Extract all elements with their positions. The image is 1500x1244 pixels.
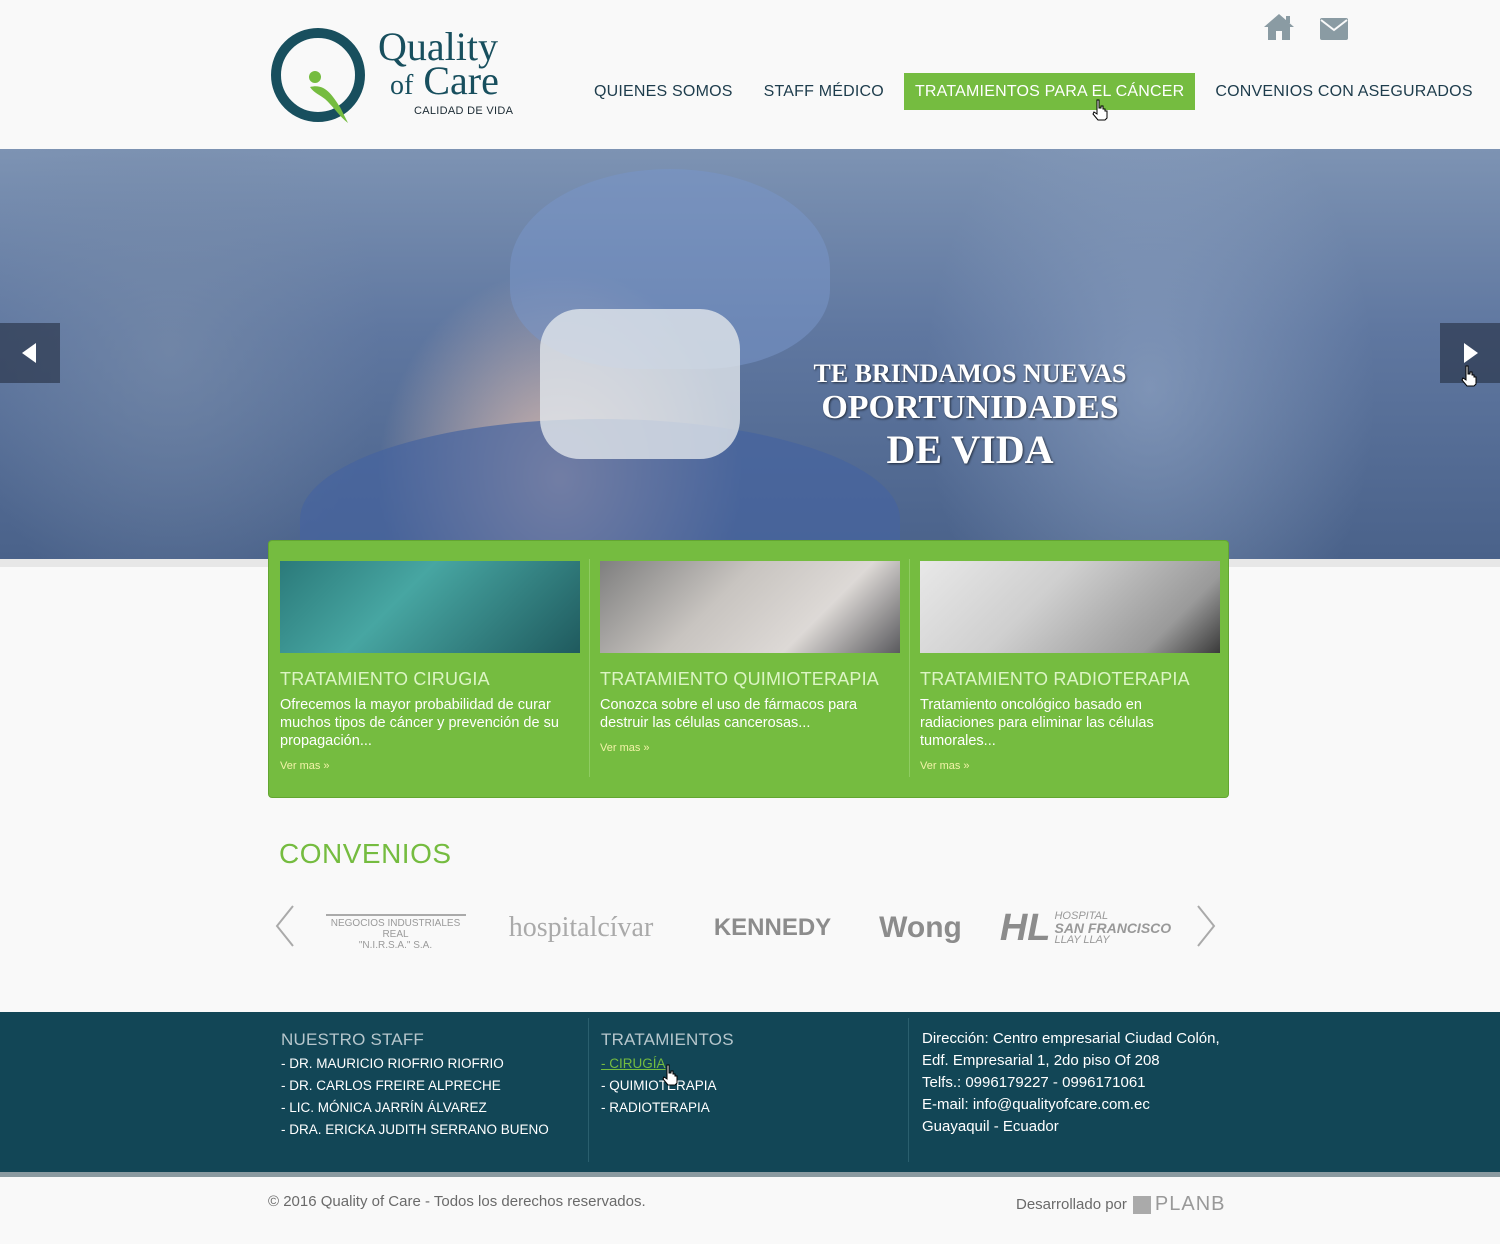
logo-of: of [390,70,414,101]
hero-line2: OPORTUNIDADES [821,389,1119,426]
chevron-right-icon[interactable] [1194,904,1218,948]
treatment-desc: Conozca sobre el uso de fármacos para de… [600,697,858,731]
phone-line: Telfs.: 0996179227 - 0996171061 [922,1074,1146,1091]
logo-hl: HL [999,906,1051,949]
home-icon[interactable] [1262,12,1296,42]
logo[interactable]: Quality of Care CALIDAD DE VIDA [270,25,550,130]
slider-prev-button[interactable] [0,323,60,383]
staff-link[interactable]: - DR. MAURICIO RIOFRIO RIOFRIO [281,1053,581,1075]
main-nav: QUIENES SOMOS STAFF MÉDICO TRATAMIENTOS … [583,73,1484,110]
nirsa-line1: NEGOCIOS INDUSTRIALES REAL [330,918,461,940]
treatment-title[interactable]: TRATAMIENTO RADIOTERAPIA [920,669,1220,690]
arrow-left-icon [22,343,36,363]
hero-slider: TE BRINDAMOS NUEVAS OPORTUNIDADES DE VID… [0,149,1500,559]
mail-icon[interactable] [1320,18,1348,40]
bottom-bar: © 2016 Quality of Care - Todos los derec… [0,1177,1500,1244]
footer-contact: Dirección: Centro empresarial Ciudad Col… [922,1028,1252,1138]
hero-image-mask [540,309,740,459]
footer-treatments: TRATAMIENTOS - CIRUGÍA - QUIMIOTERAPIA -… [601,1030,901,1119]
planb-text: PLANB [1154,1193,1226,1215]
nav-convenios[interactable]: CONVENIOS CON ASEGURADOS [1204,73,1483,110]
nirsa-emblem-icon [325,905,466,916]
arrow-right-icon [1464,343,1478,363]
nav-quienes-somos[interactable]: QUIENES SOMOS [583,73,744,110]
treatment-link-radioterapia[interactable]: - RADIOTERAPIA [601,1097,901,1119]
sf-line2: SAN FRANCISCO [1054,920,1172,936]
email-line[interactable]: E-mail: info@qualityofcare.com.ec [922,1094,1252,1116]
treatment-desc: Ofrecemos la mayor probabilidad de curar… [280,697,559,749]
treatment-card-quimioterapia: TRATAMIENTO QUIMIOTERAPIA Conozca sobre … [600,561,900,756]
footer-staff: NUESTRO STAFF - DR. MAURICIO RIOFRIO RIO… [281,1030,581,1141]
ver-mas-link[interactable]: Ver mas » [600,742,650,754]
treatment-link-cirugia[interactable]: - CIRUGÍA [601,1053,901,1075]
logo-kennedy[interactable]: KENNEDY [700,905,845,951]
ver-mas-link[interactable]: Ver mas » [280,760,330,772]
hero-caption: TE BRINDAMOS NUEVAS OPORTUNIDADES DE VID… [810,359,1130,473]
nav-staff-medico[interactable]: STAFF MÉDICO [753,73,895,110]
treatment-card-cirugia: TRATAMIENTO CIRUGIA Ofrecemos la mayor p… [280,561,580,774]
hero-line3: DE VIDA [886,427,1054,472]
logo-q-icon [271,28,365,123]
logo-hospital-san-francisco[interactable]: HL HOSPITAL SAN FRANCISCO LLAY LLAY [998,905,1173,951]
nav-tratamientos[interactable]: TRATAMIENTOS PARA EL CÁNCER [903,73,1196,110]
dev-label: Desarrollado por [1016,1196,1127,1213]
hand-cursor-icon [662,1064,678,1086]
logo-care: Care [423,58,499,103]
hand-cursor-icon [1461,365,1477,387]
logo-tagline: CALIDAD DE VIDA [414,105,514,117]
treatment-image-radioterapia[interactable] [920,561,1220,653]
logo-hospital-alcivar[interactable]: hospitalcívar [490,905,672,951]
copyright: © 2016 Quality of Care - Todos los derec… [268,1193,646,1210]
divider [588,1018,589,1162]
address-line: Dirección: Centro empresarial Ciudad Col… [922,1030,1220,1047]
treatment-card-radioterapia: TRATAMIENTO RADIOTERAPIA Tratamiento onc… [920,561,1220,774]
treatment-link-quimioterapia[interactable]: - QUIMIOTERAPIA [601,1075,901,1097]
hero-line1: TE BRINDAMOS NUEVAS [813,359,1127,388]
treatment-title[interactable]: TRATAMIENTO QUIMIOTERAPIA [600,669,900,690]
planb-icon [1132,1195,1151,1214]
divider [589,559,590,777]
hand-cursor-icon [1092,99,1108,121]
treatment-image-quimioterapia[interactable] [600,561,900,653]
staff-link[interactable]: - LIC. MÓNICA JARRÍN ÁLVAREZ [281,1097,581,1119]
ver-mas-link[interactable]: Ver mas » [920,760,970,772]
site-footer: NUESTRO STAFF - DR. MAURICIO RIOFRIO RIO… [0,1012,1500,1172]
divider [909,559,910,777]
footer-treatments-title: TRATAMIENTOS [601,1030,734,1049]
logo-sf-text: HOSPITAL SAN FRANCISCO LLAY LLAY [1054,910,1171,946]
treatments-box: TRATAMIENTO CIRUGIA Ofrecemos la mayor p… [268,540,1229,798]
developer-credit: Desarrollado por PLANB [1016,1193,1225,1216]
logo-of-care: of Care [390,61,499,106]
footer-staff-title: NUESTRO STAFF [281,1030,425,1049]
address-line: Edf. Empresarial 1, 2do piso Of 208 [922,1052,1160,1069]
convenios-title: CONVENIOS [279,838,452,869]
logo-wong[interactable]: Wong [868,905,973,951]
nirsa-line2: "N.I.R.S.A." S.A. [358,940,433,951]
staff-link[interactable]: - DR. CARLOS FREIRE ALPRECHE [281,1075,581,1097]
planb-logo[interactable]: PLANB [1132,1193,1226,1216]
divider [908,1018,909,1162]
top-icons [1262,12,1352,44]
logo-nirsa[interactable]: NEGOCIOS INDUSTRIALES REAL "N.I.R.S.A." … [318,905,473,951]
staff-link[interactable]: - DRA. ERICKA JUDITH SERRANO BUENO [281,1119,581,1141]
city-line: Guayaquil - Ecuador [922,1118,1059,1135]
treatment-desc: Tratamiento oncológico basado en radiaci… [920,697,1154,749]
treatment-title[interactable]: TRATAMIENTO CIRUGIA [280,669,580,690]
site-header: Quality of Care CALIDAD DE VIDA QUIENES … [0,0,1500,149]
chevron-left-icon[interactable] [273,904,297,948]
treatment-image-cirugia[interactable] [280,561,580,653]
